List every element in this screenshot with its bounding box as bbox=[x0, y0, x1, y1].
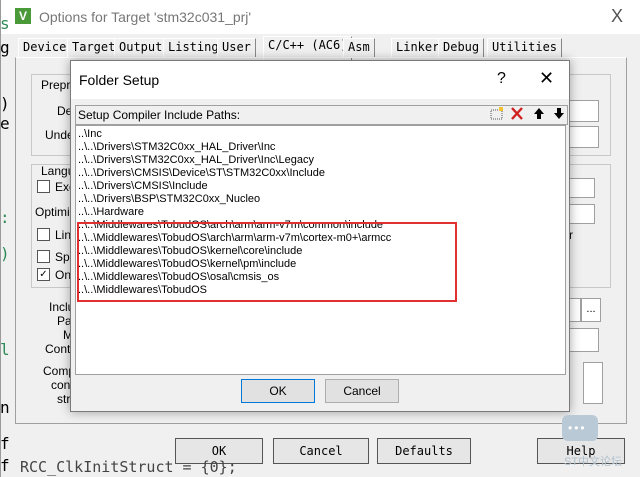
list-item[interactable]: ..\..\Drivers\STM32C0xx_HAL_Driver\Inc\L… bbox=[78, 154, 314, 167]
editor-fragment: e bbox=[0, 114, 10, 133]
close-icon[interactable]: ✕ bbox=[539, 68, 554, 89]
include-paths-list[interactable]: ..\Inc ..\..\Drivers\STM32C0xx_HAL_Drive… bbox=[75, 125, 566, 375]
editor-code-line: RCC_ClkInitStruct = {0}; bbox=[20, 458, 237, 476]
editor-fragment: f bbox=[0, 434, 10, 453]
help-icon[interactable]: ? bbox=[497, 70, 506, 88]
tab-linker[interactable]: Linker bbox=[391, 38, 445, 58]
options-window-title: Options for Target 'stm32c031_prj' bbox=[39, 9, 252, 25]
delete-icon[interactable] bbox=[508, 107, 526, 122]
options-defaults-button[interactable]: Defaults bbox=[377, 438, 471, 464]
tab-device[interactable]: Device bbox=[18, 38, 72, 58]
move-down-icon[interactable] bbox=[550, 107, 568, 122]
split-sections-checkbox[interactable] bbox=[37, 250, 50, 263]
new-folder-icon[interactable] bbox=[488, 107, 506, 122]
options-close-icon[interactable]: X bbox=[611, 6, 623, 27]
editor-fragment: ) bbox=[0, 94, 10, 113]
folder-setup-titlebar: Folder Setup ? ✕ bbox=[71, 61, 569, 99]
list-item[interactable]: ..\..\Drivers\CMSIS\Include bbox=[78, 180, 208, 193]
tab-target[interactable]: Target bbox=[67, 38, 121, 58]
tab-user[interactable]: User bbox=[217, 38, 256, 58]
options-titlebar: V Options for Target 'stm32c031_prj' X bbox=[1, 0, 640, 34]
tab-listing[interactable]: Listing bbox=[163, 38, 224, 58]
tab-asm[interactable]: Asm bbox=[343, 38, 375, 58]
include-paths-browse-button[interactable]: ... bbox=[581, 298, 601, 322]
list-item[interactable]: ..\..\Hardware bbox=[78, 206, 144, 219]
editor-fragment: : bbox=[0, 208, 10, 227]
tab-debug[interactable]: Debug bbox=[438, 38, 485, 58]
folder-setup-dialog: Folder Setup ? ✕ Setup Compiler Include … bbox=[70, 60, 570, 412]
define-input[interactable] bbox=[569, 100, 599, 122]
cancel-button[interactable]: Cancel bbox=[325, 379, 399, 403]
editor-fragment: g bbox=[0, 38, 10, 57]
folder-setup-title: Folder Setup bbox=[79, 72, 160, 88]
options-cancel-button[interactable]: Cancel bbox=[273, 438, 369, 464]
execute-only-checkbox[interactable] bbox=[37, 180, 50, 193]
list-item[interactable]: ..\..\Drivers\CMSIS\Device\ST\STM32C0xx\… bbox=[78, 167, 325, 180]
tab-output[interactable]: Output bbox=[114, 38, 168, 58]
include-paths-input[interactable] bbox=[569, 298, 581, 322]
ok-button[interactable]: OK bbox=[241, 379, 315, 403]
misc-controls-input[interactable] bbox=[569, 328, 599, 352]
undefine-input[interactable] bbox=[569, 126, 599, 148]
red-highlight-box bbox=[77, 222, 457, 302]
editor-fragment: ) bbox=[0, 244, 10, 263]
language-dropdown-2[interactable] bbox=[569, 204, 595, 224]
move-up-icon[interactable] bbox=[530, 107, 548, 122]
editor-fragment: s bbox=[0, 14, 10, 33]
watermark-text: ST中文论坛 bbox=[564, 456, 623, 468]
include-paths-header-label: Setup Compiler Include Paths: bbox=[78, 108, 241, 122]
editor-fragment: n bbox=[0, 398, 10, 417]
editor-fragment: f bbox=[0, 456, 10, 475]
list-item[interactable]: ..\Inc bbox=[78, 128, 102, 141]
list-item[interactable]: ..\..\Drivers\STM32C0xx_HAL_Driver\Inc bbox=[78, 141, 275, 154]
link-time-checkbox[interactable] bbox=[37, 228, 50, 241]
watermark: ••• ST中文论坛 bbox=[560, 395, 630, 468]
watermark-dots: ••• bbox=[568, 421, 587, 435]
one-elf-checkbox[interactable]: ✓ bbox=[37, 268, 50, 281]
keil-logo-icon: V bbox=[15, 8, 31, 24]
tab-utilities[interactable]: Utilities bbox=[487, 38, 563, 58]
string-label: str bbox=[57, 392, 71, 406]
language-dropdown-1[interactable] bbox=[569, 178, 595, 198]
editor-fragment: l bbox=[0, 340, 10, 359]
include-paths-header: Setup Compiler Include Paths: bbox=[75, 105, 568, 125]
list-item[interactable]: ..\..\Drivers\BSP\STM32C0xx_Nucleo bbox=[78, 193, 260, 206]
